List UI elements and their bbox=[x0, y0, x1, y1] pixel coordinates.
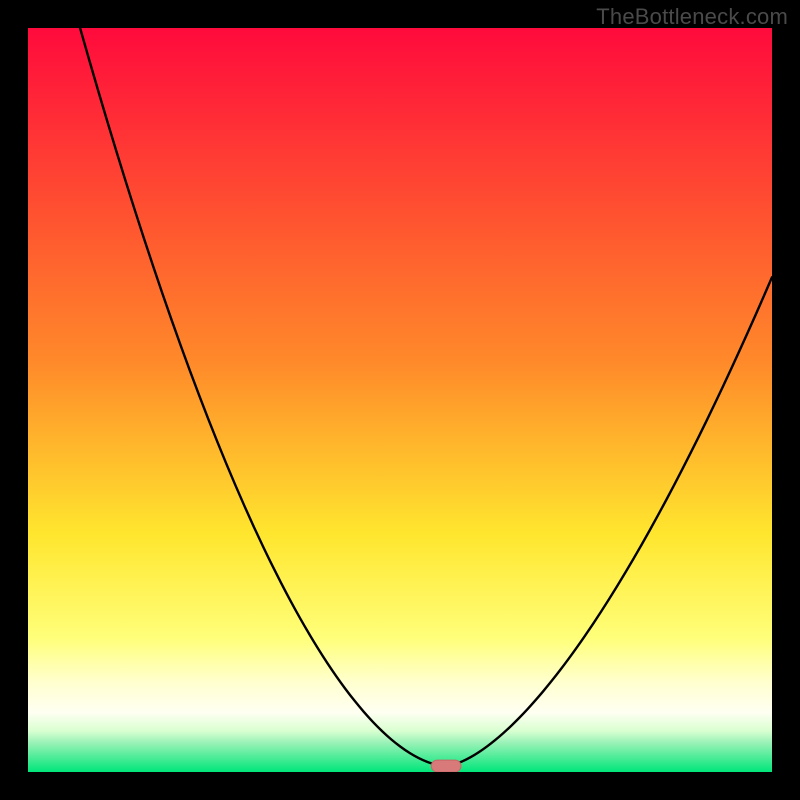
chart-stage: TheBottleneck.com bbox=[0, 0, 800, 800]
min-marker bbox=[431, 760, 461, 772]
gradient-background bbox=[28, 28, 772, 772]
plot-svg bbox=[28, 28, 772, 772]
watermark-text: TheBottleneck.com bbox=[596, 4, 788, 30]
